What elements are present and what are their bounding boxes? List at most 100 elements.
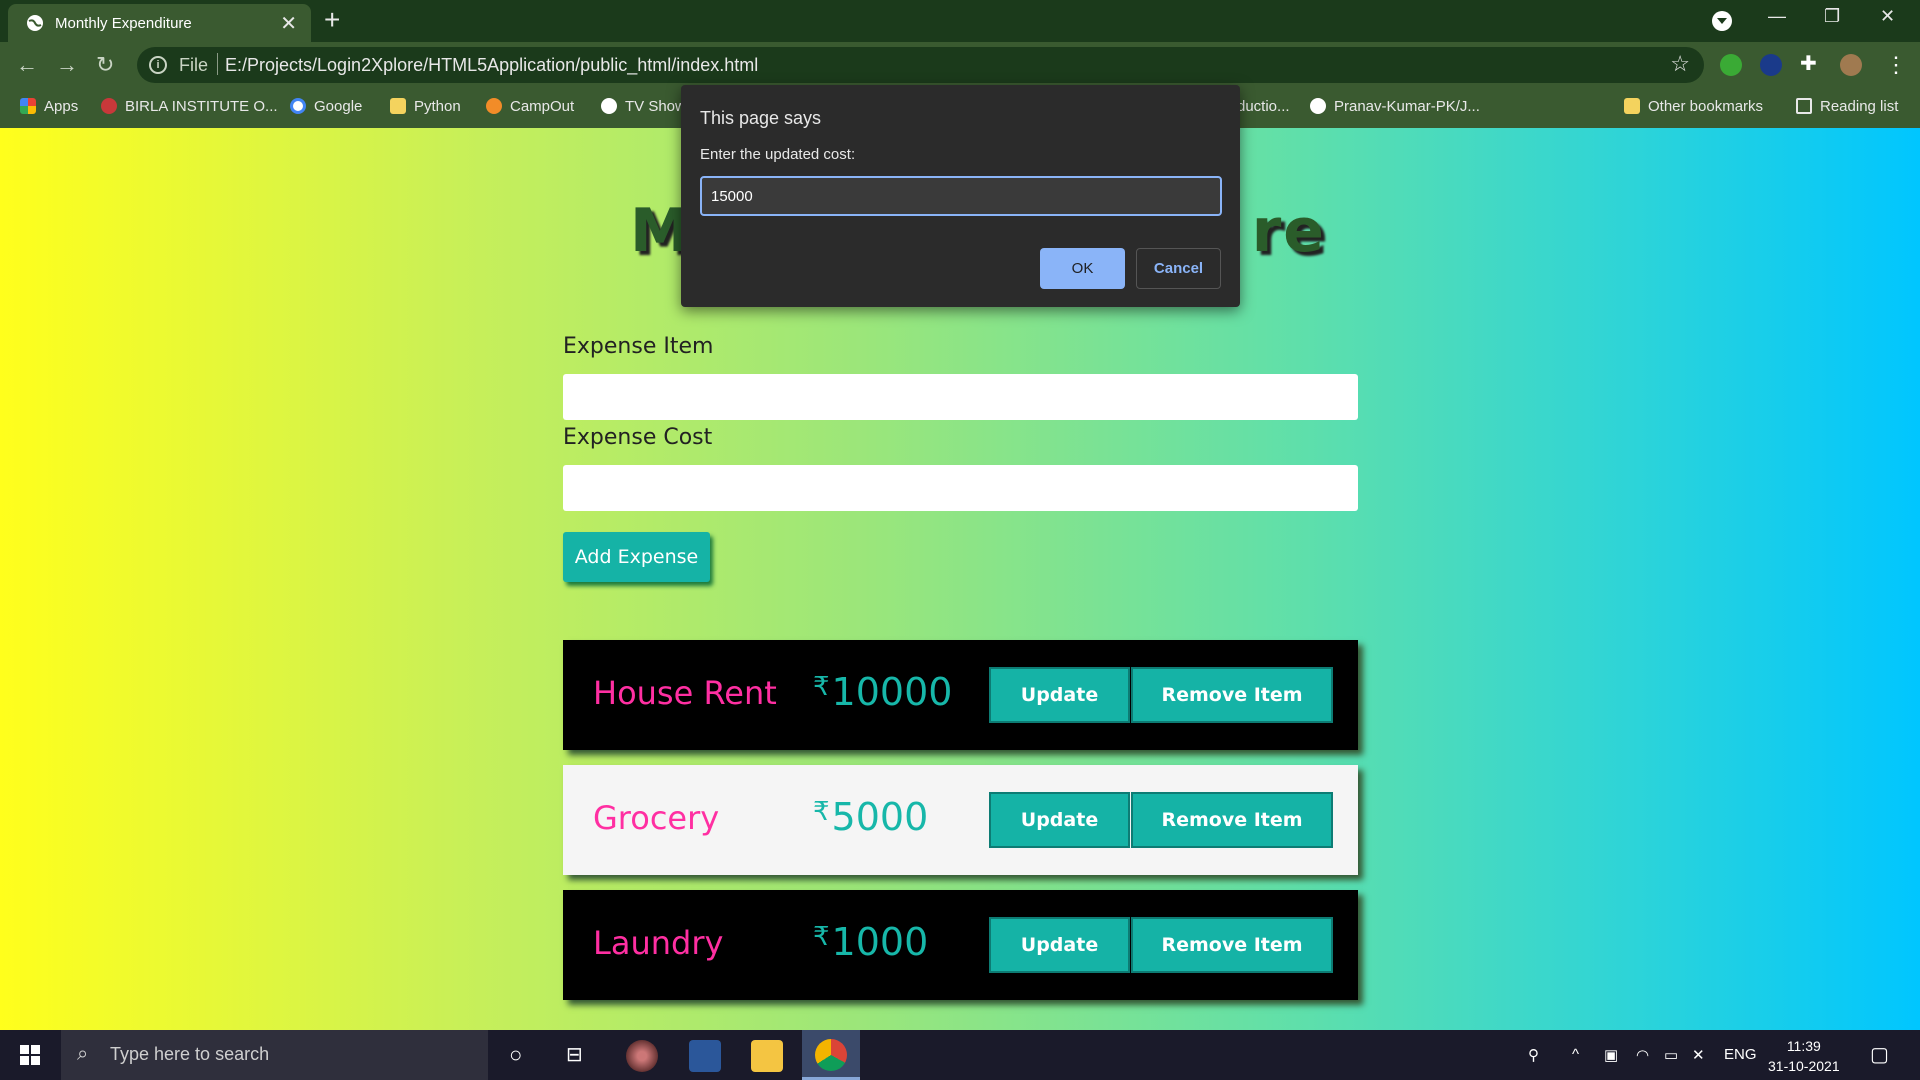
url-text[interactable]: E:/Projects/Login2Xplore/HTML5Applicatio… [225,55,758,76]
close-tab-icon[interactable]: ✕ [280,11,297,36]
bookmark-label: TV Show [625,98,686,115]
restore-icon[interactable]: ❐ [1824,6,1840,27]
bookmark-birla[interactable]: BIRLA INSTITUTE O... [101,98,278,115]
search-placeholder: Type here to search [110,1044,270,1064]
remove-item-button[interactable]: Remove Item [1131,917,1333,973]
reload-icon[interactable]: ↻ [96,52,114,78]
word-icon[interactable] [689,1040,721,1072]
reading-list-icon [1796,98,1812,114]
windows-start-icon[interactable] [20,1045,40,1065]
info-icon[interactable]: i [149,56,167,74]
app-icon[interactable] [626,1040,658,1072]
bookmark-github[interactable]: Pranav-Kumar-PK/J... [1310,98,1480,115]
expense-cost-value: 5000 [831,795,929,839]
browser-tab[interactable]: Monthly Expenditure ✕ [8,4,311,42]
bookmark-label: BIRLA INSTITUTE O... [125,98,278,115]
divider [217,53,218,75]
expense-name: Laundry [593,924,724,962]
menu-kebab-icon[interactable]: ⋮ [1885,52,1907,78]
dialog-input[interactable] [700,176,1222,216]
url-scheme: File [179,55,209,75]
bookmark-label: Pranav-Kumar-PK/J... [1334,98,1480,115]
other-bookmarks[interactable]: Other bookmarks [1624,98,1763,115]
update-button[interactable]: Update [989,917,1130,973]
reading-list[interactable]: Reading list [1796,98,1898,115]
expense-cost-value: 10000 [831,670,953,714]
profile-avatar[interactable] [1840,54,1862,76]
bookmark-campout[interactable]: CampOut [486,98,574,115]
bookmark-label: Google [314,98,363,115]
bookmark-python[interactable]: Python [390,98,461,115]
dialog-title: This page says [700,108,822,128]
google-icon [290,98,306,114]
dialog-prompt: Enter the updated cost: [700,146,856,163]
forward-icon[interactable]: → [56,52,78,78]
clock-date: 31-10-2021 [1768,1058,1840,1074]
expense-name: House Rent [593,674,777,712]
cancel-button[interactable]: Cancel [1136,248,1221,289]
taskbar: ⌕ Type here to search ○ ⊟ ⚲ ^ ▣ ◠ ▭ ✕ EN… [0,1030,1920,1080]
expense-cost-input[interactable] [563,465,1358,511]
ok-button[interactable]: OK [1040,248,1125,289]
add-expense-button[interactable]: Add Expense [563,532,710,582]
update-button[interactable]: Update [989,667,1130,723]
bookmark-star-icon[interactable]: ☆ [1670,51,1690,77]
address-bar[interactable]: i File E:/Projects/Login2Xplore/HTML5App… [137,47,1704,83]
campfire-icon [486,98,502,114]
expense-row: Grocery ₹5000 Update Remove Item [563,765,1358,875]
update-button[interactable]: Update [989,792,1130,848]
prompt-dialog: This page says Enter the updated cost: O… [681,85,1240,307]
wifi-icon[interactable]: ◠ [1636,1046,1649,1064]
bookmark-label: Apps [44,98,79,115]
notification-icon[interactable]: ▢ [1870,1042,1889,1067]
extensions-puzzle-icon[interactable]: ✚ [1800,51,1822,75]
search-icon: ⌕ [77,1043,89,1065]
task-view-icon[interactable]: ⊟ [566,1042,583,1067]
bookmark-productio[interactable]: ductio... [1237,98,1290,115]
expense-cost: ₹5000 [813,795,928,839]
bookmark-google[interactable]: Google [290,98,362,115]
bit-logo-icon [101,98,117,114]
battery-icon[interactable]: ▭ [1664,1046,1678,1064]
volume-muted-icon[interactable]: ✕ [1692,1046,1705,1064]
taskbar-search[interactable]: ⌕ Type here to search [61,1030,488,1080]
tab-search-icon[interactable] [1712,11,1732,31]
file-explorer-icon[interactable] [751,1040,783,1072]
expense-row: Laundry ₹1000 Update Remove Item [563,890,1358,1000]
chrome-taskbar-button[interactable] [802,1030,860,1080]
bookmark-apps[interactable]: Apps [20,98,78,115]
bookmark-label: ductio... [1237,98,1290,115]
extension-check-icon[interactable] [1760,54,1782,76]
minimize-icon[interactable]: — [1768,6,1786,27]
show-hidden-icons-icon[interactable]: ^ [1572,1046,1579,1063]
extension-plus-icon[interactable] [1720,54,1742,76]
bookmark-label: Reading list [1820,98,1899,115]
bookmark-tvshow[interactable]: TV Show [601,98,686,115]
people-icon[interactable]: ⚲ [1528,1046,1539,1064]
folder-icon [1624,98,1640,114]
new-tab-button[interactable]: + [324,4,340,36]
page-title-right: re [1251,196,1327,266]
meet-now-icon[interactable]: ▣ [1604,1046,1618,1064]
clock-time: 11:39 [1786,1038,1821,1054]
github-icon [1310,98,1326,114]
currency-symbol: ₹ [813,797,830,827]
expense-item-input[interactable] [563,374,1358,420]
remove-item-button[interactable]: Remove Item [1131,792,1333,848]
expense-name: Grocery [593,799,720,837]
close-window-icon[interactable]: ✕ [1880,6,1895,27]
bookmark-label: CampOut [510,98,575,115]
globe-icon [601,98,617,114]
expense-cost: ₹1000 [813,920,928,964]
expense-row: House Rent ₹10000 Update Remove Item [563,640,1358,750]
expense-cost: ₹10000 [813,670,952,714]
remove-item-button[interactable]: Remove Item [1131,667,1333,723]
language-indicator[interactable]: ENG [1724,1046,1757,1063]
expense-item-label: Expense Item [563,334,714,359]
clock[interactable]: 11:39 31-10-2021 [1768,1036,1840,1076]
globe-icon [27,15,43,31]
cortana-icon[interactable]: ○ [509,1042,522,1068]
chrome-icon [815,1039,847,1071]
back-icon[interactable]: ← [16,52,38,78]
bookmark-label: Python [414,98,461,115]
